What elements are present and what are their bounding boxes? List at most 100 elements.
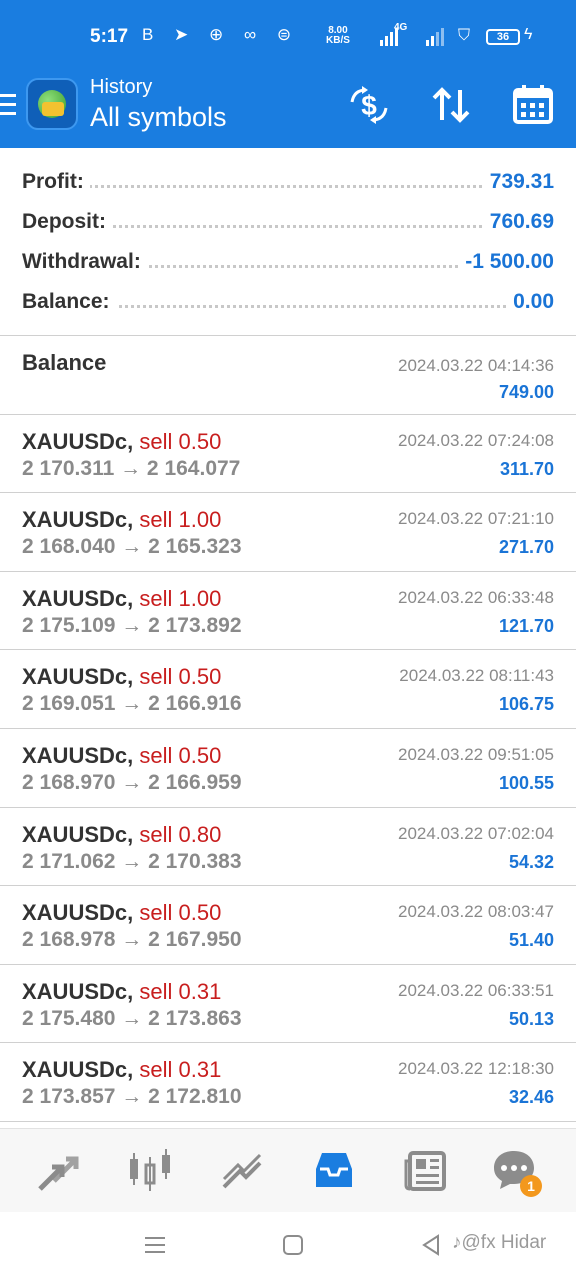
quotes-icon[interactable] <box>34 1147 82 1195</box>
deal-symbol: XAUUSDc, sell 0.80 <box>22 821 222 847</box>
deal-symbol: XAUUSDc, sell 0.31 <box>22 1057 222 1083</box>
summary-withdrawal-row: Withdrawal: -1 500.00 <box>22 250 554 280</box>
charging-icon: ϟ <box>524 26 533 43</box>
balance-entry-label: Balance <box>22 350 107 375</box>
deal-side: sell 0.80 <box>139 821 222 847</box>
recent-apps-icon[interactable] <box>144 1234 166 1261</box>
network-type: 4G <box>394 22 408 33</box>
deal-profit: 100.55 <box>498 772 554 793</box>
page-subtitle: History <box>90 76 153 98</box>
speed-unit: KB/S <box>326 35 350 46</box>
summary-deposit-row: Deposit: 760.69 <box>22 210 554 240</box>
deal-prices: 2 171.062 → 2 170.383 <box>22 849 242 873</box>
history-inbox-icon[interactable] <box>310 1147 358 1195</box>
chat-badge: 1 <box>520 1175 542 1197</box>
deal-side: sell 0.31 <box>139 1057 222 1083</box>
withdrawal-value: -1 500.00 <box>459 250 554 274</box>
watermark-text: ♪@fx Hidar <box>452 1232 547 1253</box>
deal-prices: 2 168.978 → 2 167.950 <box>22 928 242 952</box>
deal-time: 2024.03.22 06:33:48 <box>398 587 554 607</box>
balance-label: Balance: <box>22 290 116 314</box>
trade-icon[interactable] <box>218 1147 266 1195</box>
top-bar: 5:17 B ➤ ⊕ ∞ ⊜ 8.00 KB/S 4G ⛉ 36 ϟ Histo… <box>0 0 576 148</box>
sort-icon[interactable] <box>428 82 474 128</box>
summary-balance-row: Balance: 0.00 <box>22 290 554 320</box>
network-speed: 8.00 KB/S <box>326 26 350 46</box>
list-item[interactable]: XAUUSDc, sell 0.31 2 175.480 → 2 173.863… <box>0 965 576 1044</box>
summary-profit-row: Profit: 739.31 <box>22 170 554 200</box>
deal-profit: 121.70 <box>498 615 554 636</box>
shield-icon: ⛉ <box>458 27 471 44</box>
app-logo <box>26 78 78 130</box>
deal-profit: 50.13 <box>508 1008 554 1029</box>
deals-list: Balance 2024.03.22 04:14:36 749.00 XAUUS… <box>0 336 576 1122</box>
deal-profit: 51.40 <box>508 930 554 951</box>
deal-side: sell 1.00 <box>139 507 222 533</box>
deposit-label: Deposit: <box>22 210 112 234</box>
deal-side: sell 0.50 <box>139 664 222 690</box>
deal-profit: 271.70 <box>498 537 554 558</box>
home-icon[interactable] <box>282 1234 304 1261</box>
deal-profit: 32.46 <box>508 1087 554 1108</box>
balance-value: 0.00 <box>507 290 554 314</box>
deal-profit: 54.32 <box>508 851 554 872</box>
deposit-value: 760.69 <box>483 210 554 234</box>
deal-time: 2024.03.22 12:18:30 <box>398 1059 554 1079</box>
deal-side: sell 0.50 <box>139 742 222 768</box>
deal-time: 2024.03.22 06:33:51 <box>398 980 554 1000</box>
system-navigation: ♪@fx Hidar <box>0 1212 576 1280</box>
currency-exchange-icon[interactable]: $ <box>346 82 392 128</box>
list-item[interactable]: XAUUSDc, sell 0.80 2 171.062 → 2 170.383… <box>0 808 576 887</box>
deal-side: sell 1.00 <box>139 585 222 611</box>
deal-amount: 749.00 <box>498 382 554 402</box>
deal-time: 2024.03.22 08:11:43 <box>399 666 554 686</box>
list-item[interactable]: XAUUSDc, sell 1.00 2 168.040 → 2 165.323… <box>0 493 576 572</box>
back-icon[interactable] <box>420 1234 442 1261</box>
status-time: 5:17 <box>90 26 129 47</box>
deal-symbol: XAUUSDc, sell 0.50 <box>22 664 222 690</box>
deal-symbol: XAUUSDc, sell 1.00 <box>22 507 222 533</box>
status-bar: 5:17 B ➤ ⊕ ∞ ⊜ 8.00 KB/S 4G ⛉ 36 ϟ <box>0 18 576 58</box>
list-item[interactable]: XAUUSDc, sell 0.50 2 170.311 → 2 164.077… <box>0 415 576 494</box>
deal-prices: 2 175.480 → 2 173.863 <box>22 1006 242 1030</box>
chat-icon[interactable]: 1 <box>490 1147 542 1197</box>
list-item[interactable]: XAUUSDc, sell 0.50 2 169.051 → 2 166.916… <box>0 650 576 729</box>
notification-icons: B ➤ ⊕ ∞ ⊜ <box>142 25 300 44</box>
list-item[interactable]: XAUUSDc, sell 0.50 2 168.978 → 2 167.950… <box>0 886 576 965</box>
withdrawal-label: Withdrawal: <box>22 250 147 274</box>
deal-time: 2024.03.22 07:02:04 <box>398 823 554 843</box>
deal-prices: 2 175.109 → 2 173.892 <box>22 613 242 637</box>
list-item[interactable]: XAUUSDc, sell 0.31 2 173.857 → 2 172.810… <box>0 1043 576 1122</box>
list-item-balance[interactable]: Balance 2024.03.22 04:14:36 749.00 <box>0 336 576 415</box>
bottom-navigation: 1 <box>0 1128 576 1212</box>
profit-value: 739.31 <box>483 170 554 194</box>
deal-time: 2024.03.22 09:51:05 <box>398 744 554 764</box>
signal-icon-2 <box>426 28 446 46</box>
deal-prices: 2 169.051 → 2 166.916 <box>22 692 242 716</box>
deal-profit: 106.75 <box>498 694 554 715</box>
deal-prices: 2 168.040 → 2 165.323 <box>22 535 242 559</box>
deal-time: 2024.03.22 07:21:10 <box>398 509 554 529</box>
deal-time: 2024.03.22 04:14:36 <box>398 356 554 375</box>
deal-symbol: XAUUSDc, sell 1.00 <box>22 585 222 611</box>
deal-profit: 311.70 <box>499 458 554 479</box>
profit-label: Profit: <box>22 170 90 194</box>
news-icon[interactable] <box>402 1147 450 1195</box>
deal-side: sell 0.31 <box>139 978 222 1004</box>
deal-symbol: XAUUSDc, sell 0.50 <box>22 900 222 926</box>
list-item[interactable]: XAUUSDc, sell 1.00 2 175.109 → 2 173.892… <box>0 572 576 651</box>
deal-prices: 2 168.970 → 2 166.959 <box>22 770 242 794</box>
calendar-icon[interactable] <box>510 82 556 128</box>
battery-indicator: 36 <box>486 29 520 45</box>
history-summary: Profit: 739.31 Deposit: 760.69 Withdrawa… <box>0 148 576 336</box>
deal-symbol: XAUUSDc, sell 0.50 <box>22 428 222 454</box>
app-bar: History All symbols $ <box>0 64 576 148</box>
menu-icon[interactable] <box>0 94 16 116</box>
chart-candles-icon[interactable] <box>126 1147 174 1195</box>
deal-time: 2024.03.22 07:24:08 <box>398 430 554 450</box>
page-title[interactable]: All symbols <box>90 102 227 133</box>
list-item[interactable]: XAUUSDc, sell 0.50 2 168.970 → 2 166.959… <box>0 729 576 808</box>
deal-side: sell 0.50 <box>139 900 222 926</box>
deal-symbol: XAUUSDc, sell 0.50 <box>22 742 222 768</box>
deal-side: sell 0.50 <box>139 428 222 454</box>
